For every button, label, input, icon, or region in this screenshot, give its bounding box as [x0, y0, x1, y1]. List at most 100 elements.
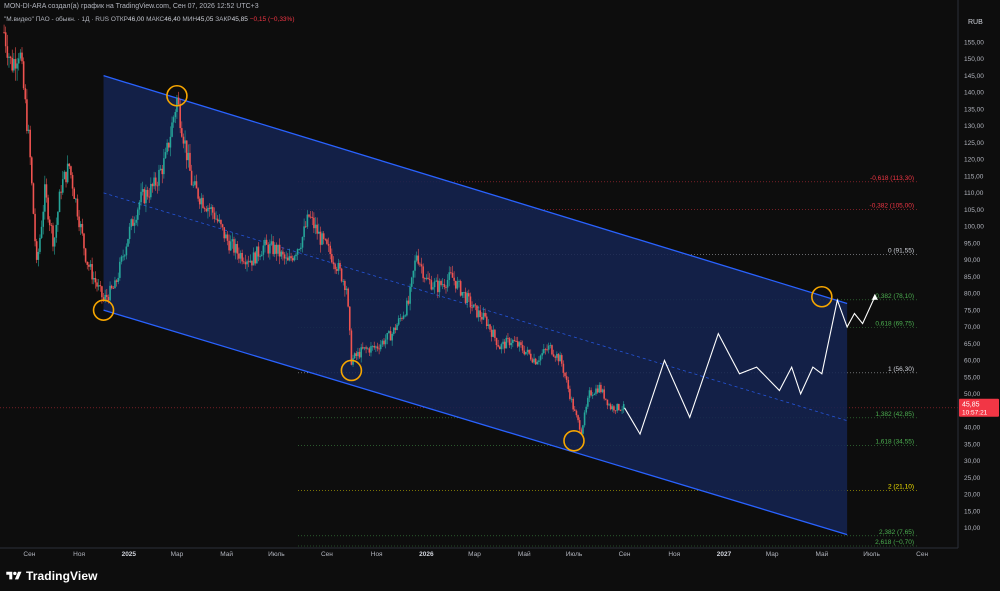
- candle-body: [598, 384, 601, 393]
- candle-body: [234, 244, 237, 253]
- open-label: ОТКР: [110, 16, 128, 23]
- price-tick-label: 95,00: [964, 240, 981, 247]
- candle-body: [13, 59, 15, 71]
- candle-body: [291, 258, 294, 261]
- candle-body: [335, 269, 338, 271]
- candle-body: [451, 272, 454, 278]
- candle-body: [167, 142, 170, 148]
- price-tick-label: 70,00: [964, 324, 981, 331]
- candle-body: [102, 297, 105, 300]
- candle-body: [412, 270, 415, 278]
- candle-body: [618, 403, 620, 411]
- candle-body: [487, 324, 490, 327]
- candle-body: [332, 262, 335, 265]
- candle-body: [304, 226, 307, 228]
- candle-body: [476, 305, 478, 318]
- candle-body: [337, 262, 340, 271]
- brand[interactable]: TradingView: [6, 569, 98, 583]
- candle-body: [410, 277, 413, 287]
- candle-body: [125, 246, 128, 256]
- candle-body: [19, 52, 22, 59]
- candle-body: [14, 59, 17, 69]
- candle-body: [340, 268, 343, 282]
- candle-body: [342, 280, 345, 282]
- candle-body: [596, 388, 599, 393]
- candle-body: [505, 337, 508, 349]
- candle-body: [329, 245, 332, 255]
- price-tick-label: 85,00: [964, 274, 981, 281]
- candle-body: [106, 294, 108, 298]
- candle-body: [321, 233, 323, 245]
- fib-label: 0,382 (78,10): [875, 293, 914, 300]
- candle-body: [397, 318, 400, 325]
- candle-body: [163, 158, 165, 175]
- candle-body: [287, 257, 289, 261]
- candle-body: [9, 56, 12, 58]
- candle-body: [143, 189, 146, 204]
- price-tick-label: 150,00: [964, 56, 984, 63]
- candle-body: [546, 349, 548, 351]
- candle-body: [317, 231, 320, 234]
- candle-body: [368, 348, 371, 353]
- candle-body: [541, 353, 543, 356]
- candle-body: [441, 284, 444, 285]
- candle-body: [311, 217, 314, 218]
- time-tick-label: Сен: [23, 551, 35, 558]
- candle-body: [171, 122, 173, 137]
- candle-body: [8, 56, 10, 58]
- candle-body: [190, 170, 193, 186]
- candle-body: [135, 219, 137, 223]
- candle-body: [383, 340, 385, 345]
- price-tick-label: 125,00: [964, 140, 984, 147]
- symbol-name: "М.видео" ПАО - обыкн. · 1Д · RUS: [4, 16, 109, 23]
- time-tick-label: Май: [815, 550, 828, 558]
- candle-body: [423, 278, 426, 280]
- time-tick-label: Мар: [171, 551, 184, 558]
- candle-body: [174, 112, 177, 118]
- candle-body: [386, 333, 389, 340]
- candle-body: [91, 264, 93, 280]
- fib-label: 2 (21,10): [888, 484, 914, 491]
- candle-body: [290, 256, 292, 259]
- candle-body: [35, 241, 38, 260]
- candle-body: [557, 353, 560, 362]
- candle-body: [313, 217, 315, 229]
- currency-label[interactable]: RUB: [968, 19, 983, 26]
- candle-body: [277, 244, 279, 254]
- time-tick-label: Мар: [766, 551, 779, 558]
- time-axis[interactable]: Сен Ноя 2025 Мар Май Июль Сен Ноя 2026 Мар Май Июль…: [0, 547, 958, 558]
- candle-body: [619, 410, 622, 411]
- price-axis[interactable]: 10,00 15,00 20,00 25,00 30,00 35,00 40,00 50,00…: [957, 0, 999, 548]
- candle-body: [60, 191, 62, 193]
- candle-body: [189, 152, 191, 171]
- candle-body: [260, 254, 263, 257]
- price-tick-label: 55,00: [964, 374, 981, 381]
- candle-body: [203, 207, 206, 209]
- candle-body: [500, 344, 503, 350]
- candle-body: [57, 212, 59, 225]
- price-tick-label: 50,00: [964, 391, 981, 398]
- price-chart[interactable]: -0,618 (113,30) -0,382 (105,00) 0 (91,55) 0…: [0, 0, 1000, 591]
- candle-body: [119, 261, 121, 278]
- candle-body: [158, 170, 160, 186]
- time-tick-label: Сен: [916, 551, 928, 558]
- candle-body: [154, 177, 157, 186]
- high-value: 46,40: [164, 16, 181, 23]
- candle-body: [419, 263, 421, 265]
- candle-body: [355, 353, 358, 356]
- candle-body: [427, 277, 429, 279]
- candle-body: [216, 218, 219, 222]
- candle-body: [70, 166, 72, 176]
- candle-body: [381, 340, 384, 345]
- candle-body: [81, 223, 84, 234]
- candle-body: [458, 281, 460, 282]
- candle-body: [101, 286, 103, 298]
- candle-body: [233, 239, 235, 253]
- author-line: MON-DI-ARA создал(а) график на TradingVi…: [4, 3, 259, 10]
- candle-body: [76, 198, 79, 217]
- candle-body: [84, 248, 87, 262]
- candle-body: [295, 254, 297, 257]
- candle-body: [544, 349, 547, 350]
- symbol-legend[interactable]: "М.видео" ПАО - обыкн. · 1Д · RUS ОТКР 46…: [4, 16, 295, 23]
- candle-body: [347, 288, 349, 307]
